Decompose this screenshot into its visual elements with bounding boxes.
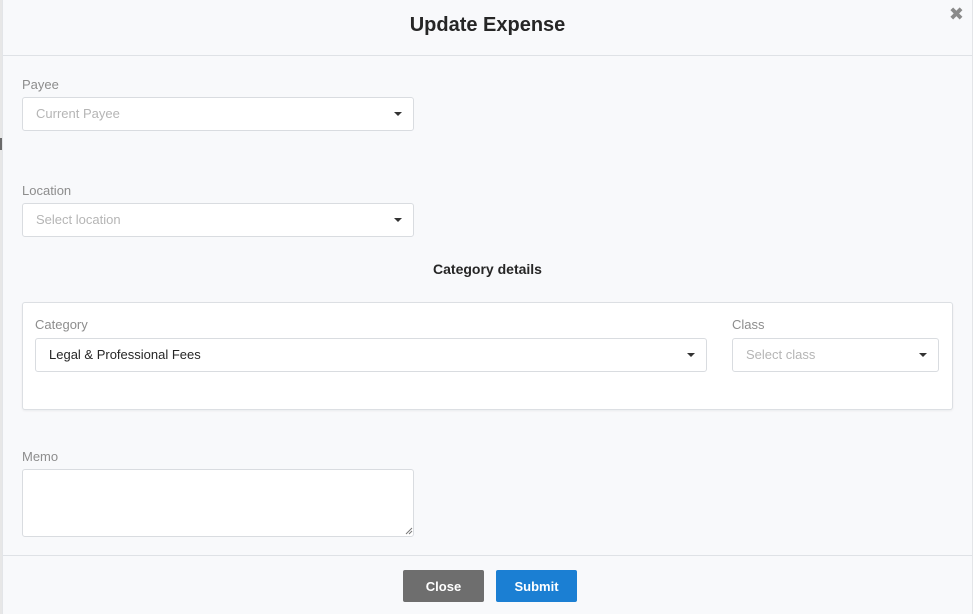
close-button[interactable]: Close bbox=[403, 570, 484, 602]
location-select[interactable]: Select location bbox=[22, 203, 414, 237]
modal-title: Update Expense bbox=[409, 14, 566, 36]
chevron-down-icon bbox=[687, 353, 695, 357]
resize-grip-icon[interactable] bbox=[405, 527, 413, 535]
location-label: Location bbox=[22, 183, 72, 198]
submit-button[interactable]: Submit bbox=[496, 570, 577, 602]
category-details-card: Category Legal & Professional Fees Class… bbox=[22, 302, 953, 410]
class-placeholder: Select class bbox=[746, 347, 816, 362]
chevron-down-icon bbox=[919, 353, 927, 357]
class-select[interactable]: Select class bbox=[732, 338, 939, 372]
location-placeholder: Select location bbox=[36, 212, 121, 227]
class-label: Class bbox=[732, 317, 765, 332]
update-expense-modal: Update Expense ✖ Payee Current Payee Loc… bbox=[2, 0, 973, 614]
chevron-down-icon bbox=[394, 218, 402, 222]
category-label: Category bbox=[35, 317, 88, 332]
chevron-down-icon bbox=[394, 112, 402, 116]
modal-header: Update Expense ✖ bbox=[3, 0, 972, 56]
category-details-title: Category details bbox=[433, 261, 542, 277]
payee-value: Current Payee bbox=[36, 106, 120, 121]
memo-label: Memo bbox=[22, 449, 59, 464]
close-icon[interactable]: ✖ bbox=[949, 4, 964, 24]
modal-footer: Close Submit bbox=[3, 555, 972, 614]
payee-label: Payee bbox=[22, 77, 59, 92]
memo-textarea[interactable] bbox=[22, 469, 414, 537]
payee-select[interactable]: Current Payee bbox=[22, 97, 414, 131]
category-value: Legal & Professional Fees bbox=[49, 347, 201, 362]
category-select[interactable]: Legal & Professional Fees bbox=[35, 338, 707, 372]
